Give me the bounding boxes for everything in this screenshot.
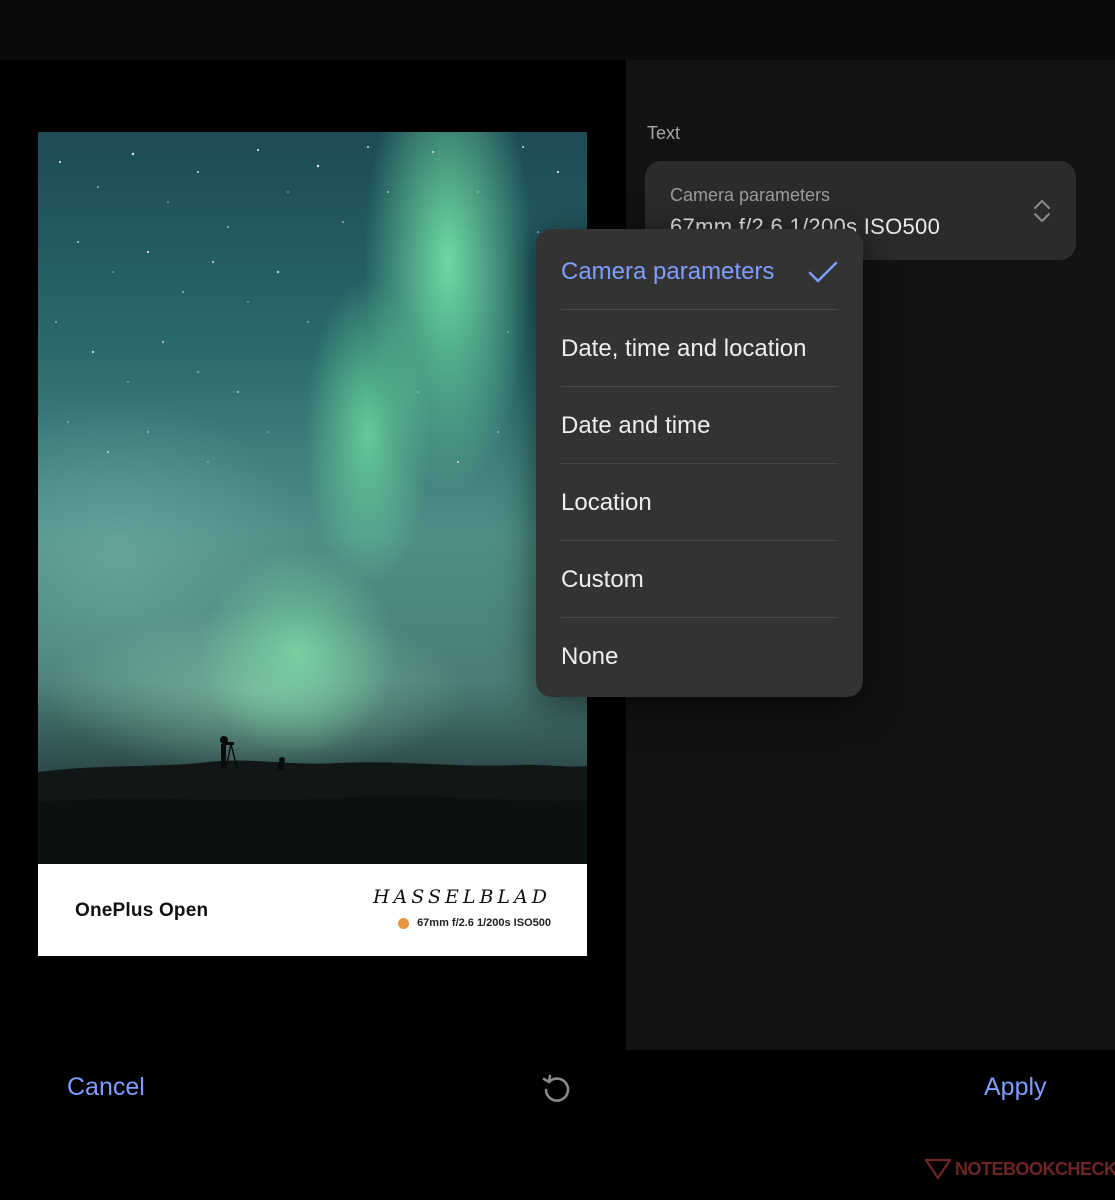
section-label-text: Text [647, 123, 681, 143]
aurora-photo [38, 132, 587, 864]
menu-item-label: Camera parameters [561, 257, 775, 285]
select-title: Camera parameters [670, 185, 831, 205]
apply-button[interactable]: Apply [984, 1073, 1047, 1102]
reset-icon[interactable] [540, 1073, 574, 1107]
notebookcheck-text: NOTEBOOKCHECK [955, 1158, 1115, 1179]
menu-item-label: None [561, 642, 619, 670]
menu-item-label: Location [561, 488, 652, 516]
watermark-params-text: 67mm f/2.6 1/200s ISO500 [417, 917, 551, 929]
horizon-silhouette [38, 736, 587, 864]
menu-item-none[interactable]: None [561, 618, 838, 695]
menu-item-label: Custom [561, 565, 644, 593]
top-bar [0, 0, 1115, 60]
watermark-bar: OnePlus Open HASSELBLAD 67mm f/2.6 1/200… [38, 864, 587, 956]
cancel-button[interactable]: Cancel [67, 1073, 145, 1102]
orange-dot-icon [398, 917, 410, 929]
photo-preview: OnePlus Open HASSELBLAD 67mm f/2.6 1/200… [38, 132, 587, 956]
menu-item-date-time[interactable]: Date and time [561, 387, 838, 464]
watermark-params: 67mm f/2.6 1/200s ISO500 [398, 917, 551, 929]
menu-item-location[interactable]: Location [561, 464, 838, 541]
menu-item-custom[interactable]: Custom [561, 541, 838, 618]
notebookcheck-mark-icon [925, 1158, 951, 1180]
watermark-device-model: OnePlus Open [75, 900, 209, 921]
watermark-brand: HASSELBLAD [372, 886, 551, 908]
menu-item-date-time-location[interactable]: Date, time and location [561, 310, 838, 387]
notebookcheck-logo: NOTEBOOKCHECK [925, 1158, 1115, 1180]
up-down-chevron-icon [1034, 200, 1050, 222]
check-icon [808, 261, 838, 282]
menu-item-label: Date and time [561, 411, 711, 439]
menu-item-camera-parameters[interactable]: Camera parameters [561, 233, 838, 310]
text-type-dropdown: Camera parameters Date, time and locatio… [536, 229, 863, 697]
menu-item-label: Date, time and location [561, 334, 807, 362]
